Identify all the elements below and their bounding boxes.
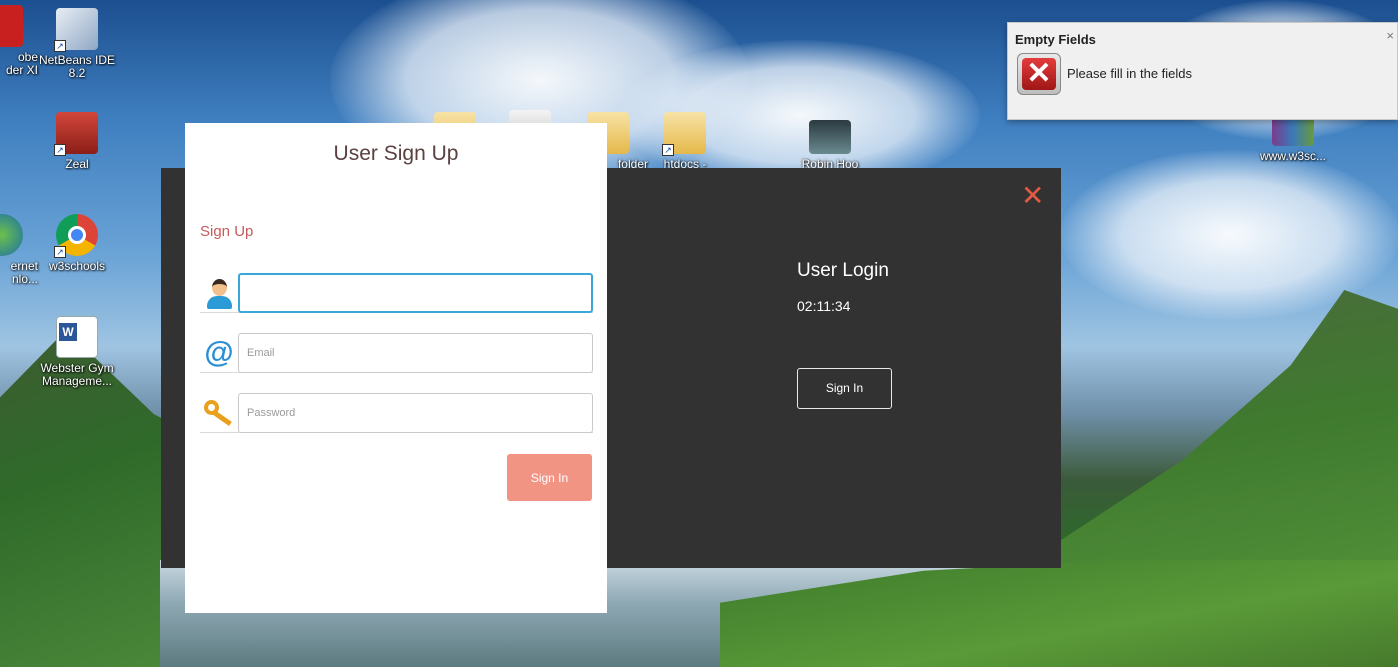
folder-icon: ↗	[662, 112, 706, 156]
signup-signin-button[interactable]: Sign In	[507, 454, 592, 501]
desktop-icon-adobe-reader[interactable]: obe der XI	[0, 5, 42, 77]
shortcut-arrow-icon: ↗	[54, 144, 66, 156]
icon-label: Zeal	[65, 157, 89, 171]
desktop-icon-webster-gym[interactable]: W Webster Gym Manageme...	[37, 316, 117, 388]
desktop-icon-robin-hood[interactable]: Robin Hoo	[790, 120, 870, 171]
empty-fields-notification[interactable]: Empty Fields × ✕ Please fill in the fiel…	[1007, 22, 1398, 120]
shortcut-arrow-icon: ↗	[662, 144, 674, 156]
login-signin-button[interactable]: Sign In	[797, 368, 892, 409]
desktop-icon-netbeans[interactable]: ↗ NetBeans IDE 8.2	[37, 8, 117, 80]
internet-download-icon	[0, 214, 23, 256]
close-icon[interactable]: ✕	[1021, 182, 1044, 210]
icon-label: Webster Gym Manageme...	[40, 361, 114, 388]
netbeans-icon: ↗	[54, 8, 98, 52]
chrome-icon: ↗	[54, 214, 98, 258]
signup-section-label: Sign Up	[200, 223, 254, 240]
error-x-icon: ✕	[1017, 53, 1061, 95]
desktop-icon-w3schools[interactable]: ↗ w3schools	[37, 214, 117, 273]
password-input[interactable]	[238, 393, 593, 433]
email-row: @	[200, 333, 593, 373]
adobe-reader-icon	[0, 5, 23, 47]
username-row	[200, 273, 593, 313]
notification-message: Please fill in the fields	[1067, 66, 1193, 81]
key-icon	[200, 393, 238, 433]
signup-card: User Sign Up Sign Up @ Sign In	[185, 123, 607, 613]
desktop-icon-zeal[interactable]: ↗ Zeal	[37, 112, 117, 171]
word-document-icon: W	[56, 316, 98, 358]
desktop-icon-internet-download[interactable]: ernet nlo...	[0, 214, 42, 286]
password-row	[200, 393, 593, 433]
login-title: User Login	[797, 260, 889, 281]
icon-label: ernet nlo...	[10, 259, 38, 286]
shortcut-arrow-icon: ↗	[54, 246, 66, 258]
close-icon[interactable]: ×	[1386, 28, 1394, 43]
signup-title: User Sign Up	[333, 142, 459, 165]
user-avatar-icon	[200, 273, 238, 313]
shortcut-arrow-icon: ↗	[54, 40, 66, 52]
icon-label: w3schools	[48, 259, 106, 273]
username-input[interactable]	[238, 273, 593, 313]
email-input[interactable]	[238, 333, 593, 373]
icon-label: www.w3sc...	[1259, 149, 1326, 163]
zeal-icon: ↗	[54, 112, 98, 156]
desktop-icon-htdocs[interactable]: ↗ htdocs -	[645, 112, 725, 171]
at-sign-icon: @	[204, 336, 234, 369]
icon-label: obe der XI	[5, 50, 38, 77]
icon-label: NetBeans IDE 8.2	[38, 53, 116, 80]
clock-text: 02:11:34	[797, 298, 851, 314]
video-file-icon	[809, 120, 851, 154]
notification-title: Empty Fields	[1015, 32, 1096, 47]
